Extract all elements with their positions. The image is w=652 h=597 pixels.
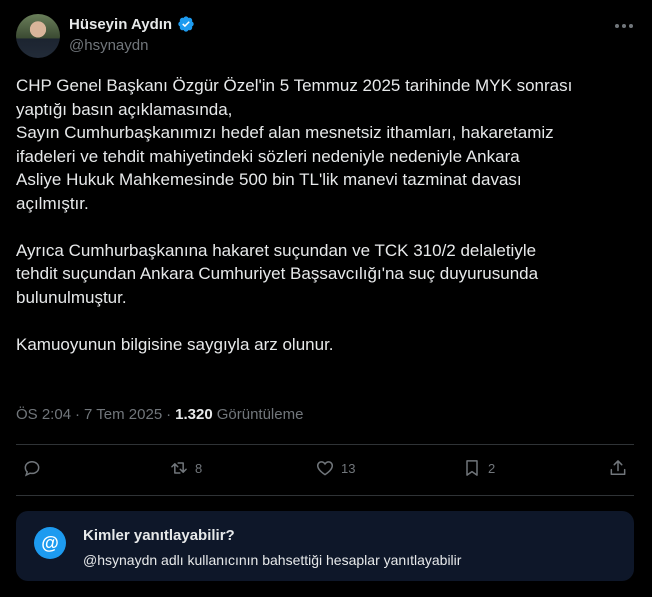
retweet-icon (171, 462, 187, 474)
bookmark-button[interactable]: 2 (462, 458, 495, 478)
meta-separator: · (166, 406, 172, 423)
share-button[interactable] (608, 458, 628, 478)
retweet-count: 8 (195, 460, 203, 476)
author-avatar[interactable] (16, 14, 60, 58)
bookmark-count: 2 (488, 460, 496, 476)
bookmark-icon (466, 460, 478, 476)
tweet-text: CHP Genel Başkanı Özgür Özel'in 5 Temmuz… (16, 76, 573, 354)
tweet-date[interactable]: 7 Tem 2025 (84, 406, 162, 423)
tweet-time[interactable]: ÖS 2:04 (16, 406, 71, 423)
verified-badge-icon (178, 16, 194, 32)
reply-restriction-title: Kimler yanıtlayabilir? (83, 527, 235, 544)
divider-top (16, 444, 634, 445)
author-handle[interactable]: @hsynaydn (69, 37, 148, 54)
retweet-button[interactable]: 8 (169, 458, 202, 478)
tweet-actions: 8 13 2 (16, 458, 634, 486)
divider-bottom (16, 495, 634, 496)
views-count: 1.320 (175, 406, 213, 423)
views-label: Görüntüleme (216, 406, 304, 423)
author-display-name[interactable]: Hüseyin Aydın (69, 16, 172, 33)
share-icon (610, 460, 626, 475)
reply-icon (24, 460, 40, 477)
more-options-icon[interactable] (612, 16, 636, 36)
like-button[interactable]: 13 (315, 458, 355, 478)
author-name-row: Hüseyin Aydın (69, 15, 195, 33)
reply-restriction-description: @hsynaydn adlı kullanıcının bahsettiği h… (83, 552, 462, 568)
reply-restriction-notice: @ Kimler yanıtlayabilir? @hsynaydn adlı … (16, 511, 634, 581)
tweet-meta: ÖS 2:04 · 7 Tem 2025 · 1.320 Görüntüleme (16, 406, 303, 423)
reply-button[interactable] (22, 458, 48, 478)
mention-icon: @ (34, 527, 66, 559)
heart-icon (316, 461, 334, 476)
like-count: 13 (341, 460, 356, 476)
meta-separator: · (75, 406, 81, 423)
